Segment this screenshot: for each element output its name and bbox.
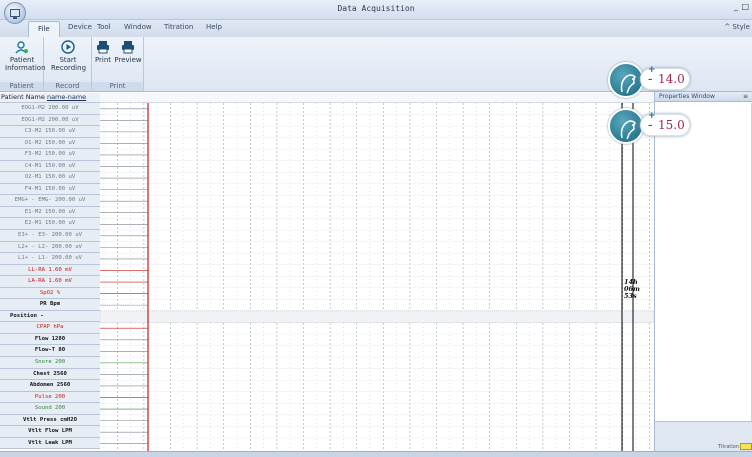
print-preview-icon [122, 41, 134, 54]
channel-label[interactable]: O1-M2 150.00 uV [0, 137, 100, 150]
group-label-print: Print [92, 82, 143, 91]
channel-label[interactable]: PR Bpm [0, 299, 100, 311]
patient-information-label: Patient Information [5, 56, 46, 72]
group-label-record: Record [44, 82, 91, 91]
print-preview-button[interactable]: Preview [114, 40, 142, 64]
zoom-control-1: + – 14.0 [608, 62, 694, 98]
channel-label[interactable]: Position - [0, 310, 100, 323]
channel-label[interactable]: C4-M1 150.00 uV [0, 160, 100, 173]
trace-area[interactable] [100, 103, 654, 451]
cursor-seconds: 53s [624, 292, 637, 300]
channel-label[interactable]: SpO2 % [0, 287, 100, 300]
start-recording-button[interactable]: Start Recording [51, 40, 87, 72]
zoom-out-button-2[interactable]: – [648, 122, 653, 131]
print-preview-label: Preview [114, 56, 142, 64]
minimize-button[interactable]: _ [734, 2, 738, 11]
patient-name-label: Patient Name [1, 93, 45, 101]
position-band [100, 310, 654, 323]
head-zoom-icon [608, 62, 644, 98]
group-record: Start Recording Record [44, 37, 92, 92]
channel-label[interactable]: C3-M2 150.00 uV [0, 126, 100, 138]
style-menu[interactable]: ^ Style [724, 23, 750, 31]
group-label-patient: Patient [0, 82, 43, 91]
channel-label[interactable]: E2-M1 150.00 uV [0, 218, 100, 231]
channel-label[interactable]: Vtlt Press cmH2O [0, 414, 100, 427]
patient-name-row: Patient Name name-name [0, 93, 100, 103]
start-recording-label: Start Recording [51, 56, 87, 72]
channel-label[interactable]: EOG1-M2 200.00 uV [0, 114, 100, 127]
tab-tool[interactable]: Tool [97, 23, 111, 31]
trace-canvas [100, 103, 654, 451]
group-patient: Patient Information Patient [0, 37, 46, 92]
tab-titration[interactable]: Titration [164, 23, 193, 31]
channel-label[interactable]: Snore 200 [0, 357, 100, 369]
group-print: Print Preview Print [92, 37, 144, 92]
patient-name-value[interactable]: name-name [47, 93, 86, 101]
zoom-control-2: + – 15.0 [608, 108, 694, 144]
channel-label[interactable]: Vtlt Leak LPM [0, 437, 100, 450]
channel-label[interactable]: F4-M1 150.00 uV [0, 183, 100, 196]
status-text: Titration [718, 444, 739, 450]
zoom-value-2: 15.0 [658, 118, 685, 132]
cursor-time-label: 14h 06m 53s [624, 279, 640, 300]
window-title: Data Acquisition [337, 4, 415, 13]
channel-label[interactable]: Vtlt Flow LPM [0, 426, 100, 438]
restore-button[interactable]: □ [741, 2, 749, 11]
channel-label[interactable]: Abdomen 2560 [0, 380, 100, 392]
properties-menu-icon[interactable]: ≡ [743, 92, 748, 102]
tab-window[interactable]: Window [124, 23, 152, 31]
channel-label[interactable]: CPAP hPa [0, 322, 100, 334]
channel-label[interactable]: Pulse 200 [0, 391, 100, 404]
channel-label[interactable]: LL-RA 1.60 mV [0, 264, 100, 277]
properties-content [655, 103, 752, 421]
channel-label[interactable]: O2-M1 150.00 uV [0, 172, 100, 184]
tab-help[interactable]: Help [206, 23, 222, 31]
zoom-value-1: 14.0 [658, 72, 685, 86]
ribbon-tabs: File Device Tool Window Titration Help ^… [0, 20, 752, 37]
tab-device[interactable]: Device [68, 23, 92, 31]
zoom-in-button-1[interactable]: + [648, 66, 656, 75]
zoom-in-button-2[interactable]: + [648, 112, 656, 121]
print-label: Print [94, 56, 112, 64]
print-button[interactable]: Print [92, 40, 114, 64]
head-zoom-icon [608, 108, 644, 144]
bottom-status-strip [0, 451, 752, 457]
channel-label[interactable]: E3+ - E3- 200.00 uV [0, 230, 100, 242]
channel-label[interactable]: E1-M2 150.00 uV [0, 206, 100, 219]
zoom-out-button-1[interactable]: – [648, 76, 653, 85]
channel-label[interactable]: Sound 200 [0, 403, 100, 415]
channel-list: EOG1-M2 200.00 uV EOG1-M2 200.00 uV C3-M2 … [0, 103, 100, 450]
patient-icon [15, 41, 28, 54]
properties-footer: Titration [655, 421, 752, 451]
status-badge [740, 443, 752, 450]
trace-header-strip [100, 93, 654, 103]
channel-label[interactable]: F3-M2 150.00 uV [0, 149, 100, 161]
patient-information-button[interactable]: Patient Information [5, 40, 46, 72]
channel-label[interactable]: EOG1-M2 200.00 uV [0, 103, 100, 115]
channel-label[interactable]: EMG+ - EMG- 200.00 uV [0, 195, 100, 207]
channel-label[interactable]: Chest 2560 [0, 368, 100, 381]
channel-label[interactable]: Flow 1280 [0, 333, 100, 346]
monitor-icon [10, 9, 20, 19]
channel-label[interactable]: L1+ - L1- 200.00 uV [0, 253, 100, 265]
printer-icon [97, 41, 109, 54]
title-bar: Data Acquisition _ □ [0, 0, 752, 20]
channel-label[interactable]: Flow-T 80 [0, 345, 100, 358]
app-menu-button[interactable] [4, 2, 26, 24]
tab-file[interactable]: File [28, 21, 60, 37]
channel-label[interactable]: LA-RA 1.60 mV [0, 276, 100, 288]
channel-label[interactable]: L2+ - L2- 200.00 uV [0, 241, 100, 254]
properties-window: Properties Window ≡ Titration [654, 92, 752, 451]
play-icon [61, 40, 75, 54]
